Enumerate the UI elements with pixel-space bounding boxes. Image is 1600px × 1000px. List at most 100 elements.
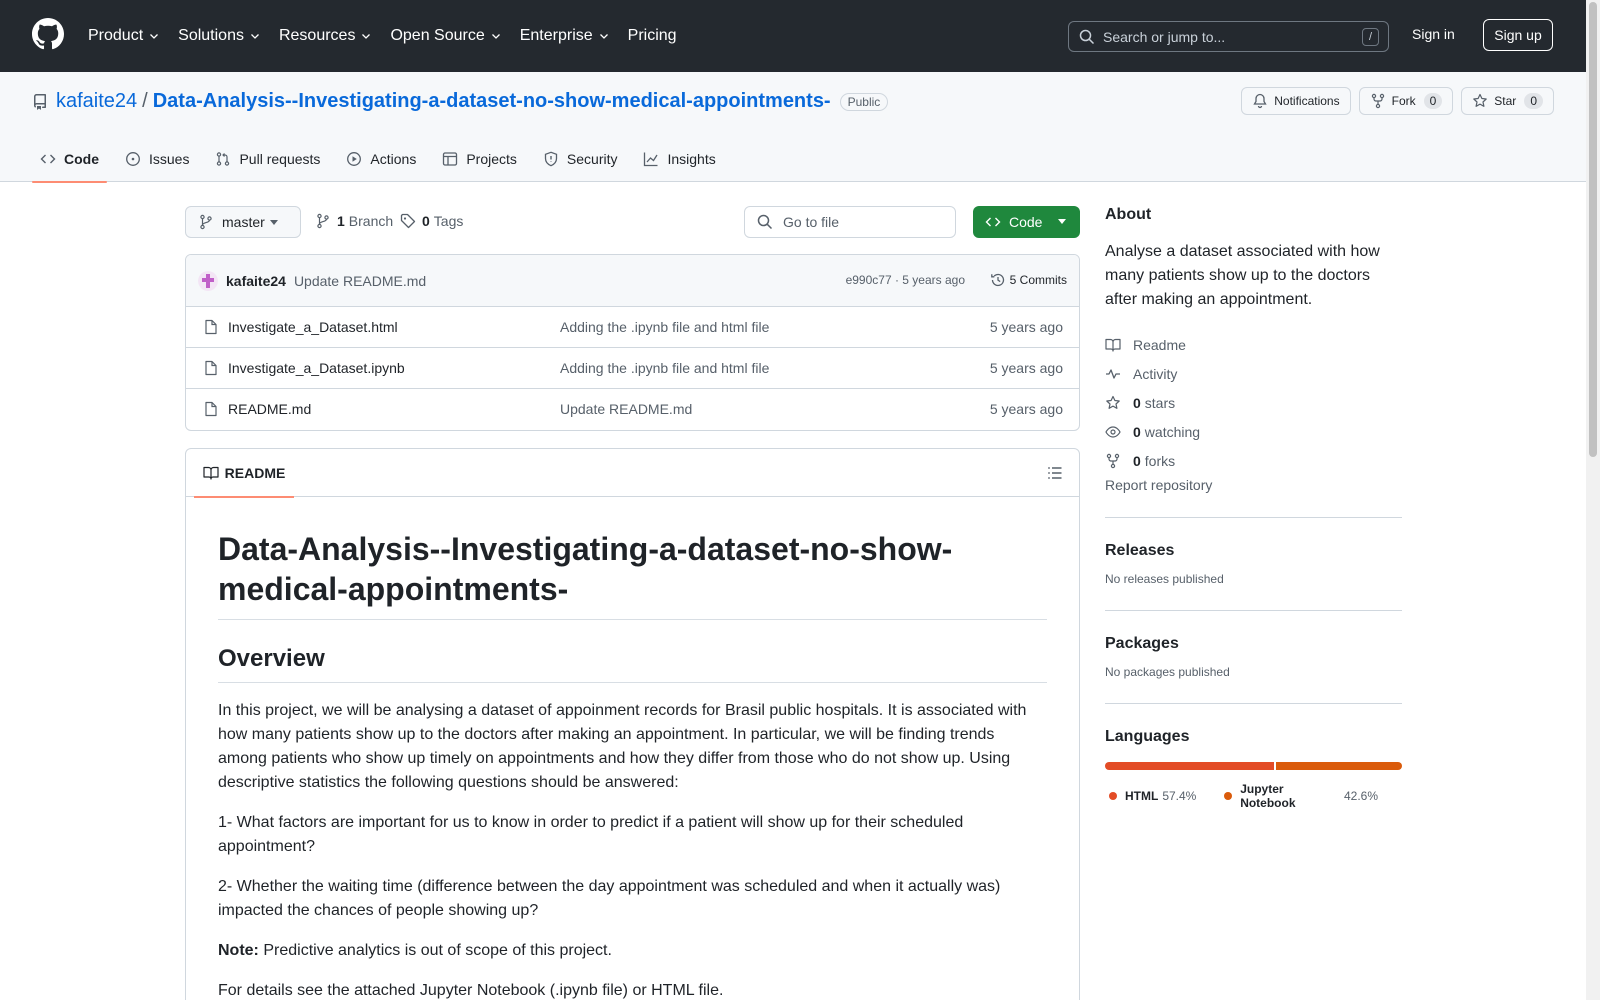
watching-label: watching — [1144, 423, 1201, 440]
sign-in-link[interactable]: Sign in — [1412, 26, 1455, 42]
tab-pull-requests[interactable]: Pull requests — [207, 136, 328, 182]
tab-security[interactable]: Security — [535, 136, 626, 182]
avatar[interactable] — [198, 270, 218, 291]
chevron-down-icon — [362, 34, 371, 39]
search-icon — [1079, 29, 1095, 44]
nav-enterprise[interactable]: Enterprise — [520, 27, 610, 45]
readme-tab-label: README — [224, 465, 286, 481]
caret-down-icon — [1058, 219, 1066, 224]
fork-icon — [1371, 93, 1384, 109]
fork-button[interactable]: Fork 0 — [1358, 87, 1454, 115]
nav-label: Solutions — [178, 27, 244, 44]
repo-name-link[interactable]: Data-Analysis--Investigating-a-dataset-n… — [153, 90, 831, 113]
nav-pricing[interactable]: Pricing — [628, 27, 677, 45]
file-name-link[interactable]: Investigate_a_Dataset.ipynb — [228, 360, 405, 376]
commit-author-link[interactable]: kafaite24 — [226, 273, 286, 289]
tab-code[interactable]: Code — [32, 136, 107, 183]
file-commit-message-link[interactable]: Adding the .ipynb file and html file — [560, 319, 769, 335]
file-name-link[interactable]: README.md — [228, 401, 311, 417]
tab-projects[interactable]: Projects — [434, 136, 525, 182]
file-age: 5 years ago — [989, 360, 1063, 376]
language-bar — [1105, 762, 1402, 770]
watching-count: 0 — [1133, 423, 1141, 440]
file-toolbar: master 1 Branch 0 Tags Go to file Code — [185, 206, 1080, 239]
report-repository-link[interactable]: Report repository — [1105, 477, 1402, 493]
watching-link[interactable]: 0 watching — [1105, 417, 1402, 446]
file-icon — [205, 401, 217, 417]
code-dropdown-button[interactable]: Code — [973, 206, 1080, 238]
nav-solutions[interactable]: Solutions — [178, 27, 261, 45]
book-icon — [203, 466, 219, 480]
nav-product[interactable]: Product — [88, 27, 160, 45]
language-percent: 42.6% — [1343, 789, 1378, 803]
table-icon — [443, 152, 458, 166]
commit-meta[interactable]: e990c77 · 5 years ago — [846, 273, 965, 287]
branches-link[interactable]: 1 Branch — [315, 213, 393, 229]
forks-label: forks — [1144, 452, 1176, 469]
activity-link[interactable]: Activity — [1105, 359, 1402, 388]
nav-resources[interactable]: Resources — [279, 27, 372, 45]
forks-link[interactable]: 0 forks — [1105, 446, 1402, 475]
star-count: 0 — [1524, 93, 1543, 109]
list-icon[interactable] — [1047, 465, 1063, 481]
releases-title[interactable]: Releases — [1105, 542, 1402, 560]
stars-link[interactable]: 0 stars — [1105, 388, 1402, 417]
packages-title[interactable]: Packages — [1105, 635, 1402, 653]
note-label: Note: — [218, 942, 259, 959]
forks-count: 0 — [1133, 452, 1141, 469]
fork-label: Fork — [1391, 94, 1416, 108]
go-to-file-input[interactable]: Go to file — [744, 206, 956, 238]
tab-insights[interactable]: Insights — [635, 136, 723, 182]
tab-issues[interactable]: Issues — [117, 136, 197, 182]
tab-label: Issues — [149, 151, 190, 167]
latest-commit-bar: kafaite24 Update README.md e990c77 · 5 y… — [186, 255, 1079, 307]
repo-path-separator: / — [142, 90, 148, 112]
repo-owner-link[interactable]: kafaite24 — [56, 90, 137, 113]
releases-section: Releases No releases published — [1105, 517, 1402, 586]
language-item[interactable]: Jupyter Notebook 42.6% — [1220, 782, 1378, 810]
readme-heading-overview: Overview — [218, 644, 1047, 683]
commits-link[interactable]: 5 Commits — [990, 272, 1067, 288]
fork-icon — [1106, 453, 1120, 468]
readme-header: README — [186, 449, 1079, 498]
branch-icon — [317, 213, 329, 229]
tab-actions[interactable]: Actions — [338, 136, 424, 182]
file-age: 5 years ago — [989, 401, 1063, 417]
notifications-button[interactable]: Notifications — [1241, 87, 1351, 115]
sign-up-button[interactable]: Sign up — [1483, 19, 1553, 51]
readme-tab[interactable]: README — [194, 449, 294, 498]
readme-link[interactable]: Readme — [1105, 330, 1402, 359]
tab-label: Projects — [466, 151, 517, 167]
history-icon — [990, 273, 1004, 287]
bell-icon — [1253, 93, 1267, 109]
tags-link[interactable]: 0 Tags — [400, 213, 463, 229]
packages-section: Packages No packages published — [1105, 610, 1402, 679]
code-icon — [985, 217, 1001, 227]
about-title: About — [1105, 206, 1152, 223]
activity-link-label: Activity — [1133, 365, 1178, 382]
branch-icon — [200, 214, 212, 230]
file-commit-message-link[interactable]: Update README.md — [560, 401, 692, 417]
commit-message-link[interactable]: Update README.md — [294, 273, 426, 289]
scrollbar-thumb[interactable] — [1589, 2, 1597, 457]
packages-empty-text: No packages published — [1105, 665, 1230, 679]
nav-open-source[interactable]: Open Source — [390, 27, 501, 45]
file-commit-message-link[interactable]: Adding the .ipynb file and html file — [560, 360, 769, 376]
tab-label: Security — [566, 151, 618, 167]
star-label: Star — [1494, 94, 1517, 108]
play-icon — [347, 152, 362, 166]
file-icon — [205, 360, 217, 376]
tab-label: Code — [64, 151, 99, 167]
stars-count: 0 — [1133, 394, 1141, 411]
github-logo-icon[interactable] — [32, 18, 64, 50]
branch-select-button[interactable]: master — [185, 206, 301, 238]
language-item[interactable]: HTML 57.4% — [1105, 782, 1196, 810]
languages-title: Languages — [1105, 728, 1190, 745]
search-input[interactable]: Search or jump to... / — [1068, 21, 1389, 52]
file-name-link[interactable]: Investigate_a_Dataset.html — [228, 319, 398, 335]
language-color-dot — [1109, 792, 1117, 800]
table-row: Investigate_a_Dataset.html Adding the .i… — [186, 307, 1079, 348]
page-scrollbar[interactable] — [1586, 0, 1600, 1000]
star-button[interactable]: Star 0 — [1461, 87, 1554, 115]
language-list: HTML 57.4% Jupyter Notebook 42.6% — [1105, 782, 1402, 810]
